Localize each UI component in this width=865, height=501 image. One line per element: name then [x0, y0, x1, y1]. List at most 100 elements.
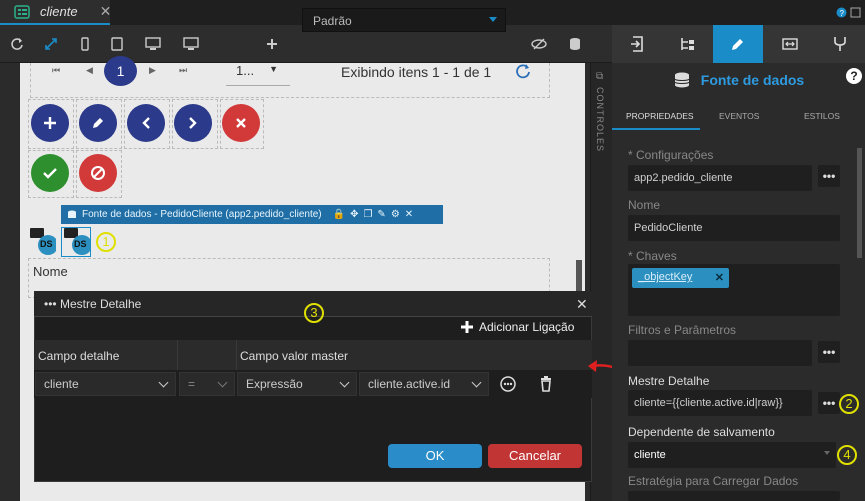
annotation-badge-3: 3	[304, 303, 324, 323]
value-type-value: Expressão	[246, 377, 303, 391]
expand-icon[interactable]	[850, 7, 861, 18]
value-type-select[interactable]: Expressão	[237, 372, 357, 396]
copy-icon[interactable]: ❐	[363, 209, 372, 220]
datasource-bar-label: Fonte de dados - PedidoCliente (app2.ped…	[82, 209, 322, 220]
lock-icon[interactable]: 🔒	[333, 209, 345, 220]
fullscreen-icon[interactable]	[36, 25, 66, 63]
key-chip[interactable]: _objectKey ✕	[632, 268, 729, 288]
help-icon[interactable]: ?	[846, 68, 862, 84]
dependente-label: Dependente de salvamento	[628, 425, 775, 439]
mobile-icon[interactable]	[70, 25, 100, 63]
cancel-button[interactable]: Cancelar	[488, 444, 582, 468]
save-record-button[interactable]	[31, 154, 69, 192]
subtab-events[interactable]: EVENTOS	[719, 111, 759, 121]
device-select-value: Padrão	[313, 14, 352, 28]
chaves-label: * Chaves	[628, 249, 677, 263]
prev-page-icon[interactable]: ◀	[86, 65, 93, 76]
monitor-icon[interactable]	[176, 25, 206, 63]
canvas-scrollbar[interactable]	[576, 260, 582, 294]
filtros-label: Filtros e Parâmetros	[628, 323, 737, 337]
dots-icon: •••	[44, 297, 57, 311]
database-icon[interactable]	[560, 25, 590, 63]
filtros-field[interactable]	[628, 340, 812, 366]
panel-scrollbar[interactable]	[857, 148, 862, 258]
caret-down-icon	[824, 451, 830, 455]
delete-record-button[interactable]	[222, 104, 260, 142]
estrategia-field[interactable]	[628, 491, 840, 501]
magic-icon[interactable]: ✎	[377, 209, 385, 220]
config-dots-button[interactable]: •••	[818, 165, 840, 187]
subtab-properties[interactable]: PROPRIEDADES	[626, 111, 694, 121]
more-options-icon[interactable]	[500, 376, 516, 392]
master-value-select[interactable]: cliente.active.id	[359, 372, 489, 396]
current-page[interactable]: 1	[104, 56, 137, 86]
tab-title: cliente	[40, 4, 78, 19]
database-icon	[674, 72, 690, 88]
dialog-close-icon[interactable]: ✕	[576, 296, 588, 313]
annotation-badge-4: 4	[837, 445, 857, 465]
tab-tree-icon[interactable]	[662, 25, 712, 63]
datasource-component-icon[interactable]: DS	[28, 228, 56, 256]
config-label: * Configurações	[628, 148, 714, 162]
annotation-badge-2: 2	[839, 394, 859, 414]
tab-edit-icon[interactable]	[713, 25, 763, 63]
dialog-title-text: Mestre Detalhe	[59, 297, 142, 311]
ds-label: DS	[74, 239, 87, 249]
edit-record-button[interactable]	[79, 104, 117, 142]
subtab-styles[interactable]: ESTILOS	[804, 111, 840, 121]
operator-select[interactable]: =	[179, 372, 235, 396]
page-size-value: 1...	[236, 63, 255, 78]
reload-icon[interactable]	[515, 63, 531, 79]
visibility-off-icon[interactable]	[524, 25, 554, 63]
datasource-component-icon-selected[interactable]: DS	[61, 227, 91, 257]
mestre-dots-button[interactable]: •••	[818, 392, 840, 414]
master-value: cliente.active.id	[368, 377, 451, 391]
first-page-icon[interactable]: ⏮	[52, 65, 60, 76]
subtab-underline	[612, 128, 700, 130]
next-record-button[interactable]	[174, 104, 212, 142]
config-field[interactable]: app2.pedido_cliente	[628, 165, 812, 191]
tab-cliente[interactable]: cliente ✕	[0, 0, 112, 25]
trash-icon[interactable]	[540, 376, 552, 392]
mestre-field[interactable]: cliente={{cliente.active.id|raw}}	[628, 390, 812, 416]
add-link-label: Adicionar Ligação	[479, 320, 575, 334]
page-size-select[interactable]: 1... ▼	[226, 58, 290, 86]
close-icon[interactable]: ✕	[405, 209, 413, 220]
chevron-down-icon	[471, 377, 482, 387]
close-tab-icon[interactable]: ✕	[100, 3, 112, 20]
cancel-record-button[interactable]	[79, 154, 117, 192]
operator-value: =	[188, 377, 196, 391]
ok-button[interactable]: OK	[388, 444, 482, 468]
refresh-icon[interactable]	[2, 25, 32, 63]
column-divider	[177, 340, 178, 370]
datasource-selected-bar[interactable]: Fonte de dados - PedidoCliente (app2.ped…	[61, 205, 443, 224]
previous-record-button[interactable]	[127, 104, 165, 142]
settings-icon[interactable]: ⚙	[391, 209, 400, 220]
dependente-select[interactable]: cliente	[628, 442, 836, 468]
desktop-icon[interactable]	[138, 25, 168, 63]
chip-remove-icon[interactable]: ✕	[715, 271, 724, 284]
tab-import-icon[interactable]	[612, 25, 662, 63]
nome-field[interactable]: PedidoCliente	[628, 215, 840, 241]
database-icon	[67, 210, 77, 220]
next-page-icon[interactable]: ▶	[149, 65, 156, 76]
device-select[interactable]: Padrão	[302, 8, 506, 32]
controls-strip[interactable]: ⧉ CONTROLES	[590, 63, 612, 501]
help-circle-icon[interactable]: ?	[836, 7, 847, 18]
ds-label: DS	[40, 239, 53, 249]
panel-title: Fonte de dados	[612, 68, 865, 92]
filtros-dots-button[interactable]: •••	[818, 341, 840, 363]
tab-swap-icon[interactable]	[765, 25, 815, 63]
pager-info: Exibindo itens 1 - 1 de 1	[341, 64, 492, 80]
add-record-button[interactable]	[31, 104, 69, 142]
detail-field-select[interactable]: cliente	[35, 372, 176, 396]
add-link-button[interactable]: Adicionar Ligação	[460, 320, 574, 334]
nome-field-label: Nome	[33, 264, 68, 279]
move-icon[interactable]: ✥	[350, 209, 358, 220]
tab-network-icon[interactable]	[815, 25, 865, 63]
chevron-down-icon	[158, 377, 169, 387]
dependente-value: cliente	[634, 449, 666, 461]
last-page-icon[interactable]: ⏭	[179, 65, 187, 76]
annotation-badge-1: 1	[96, 232, 116, 252]
panel-title-text: Fonte de dados	[700, 72, 805, 88]
